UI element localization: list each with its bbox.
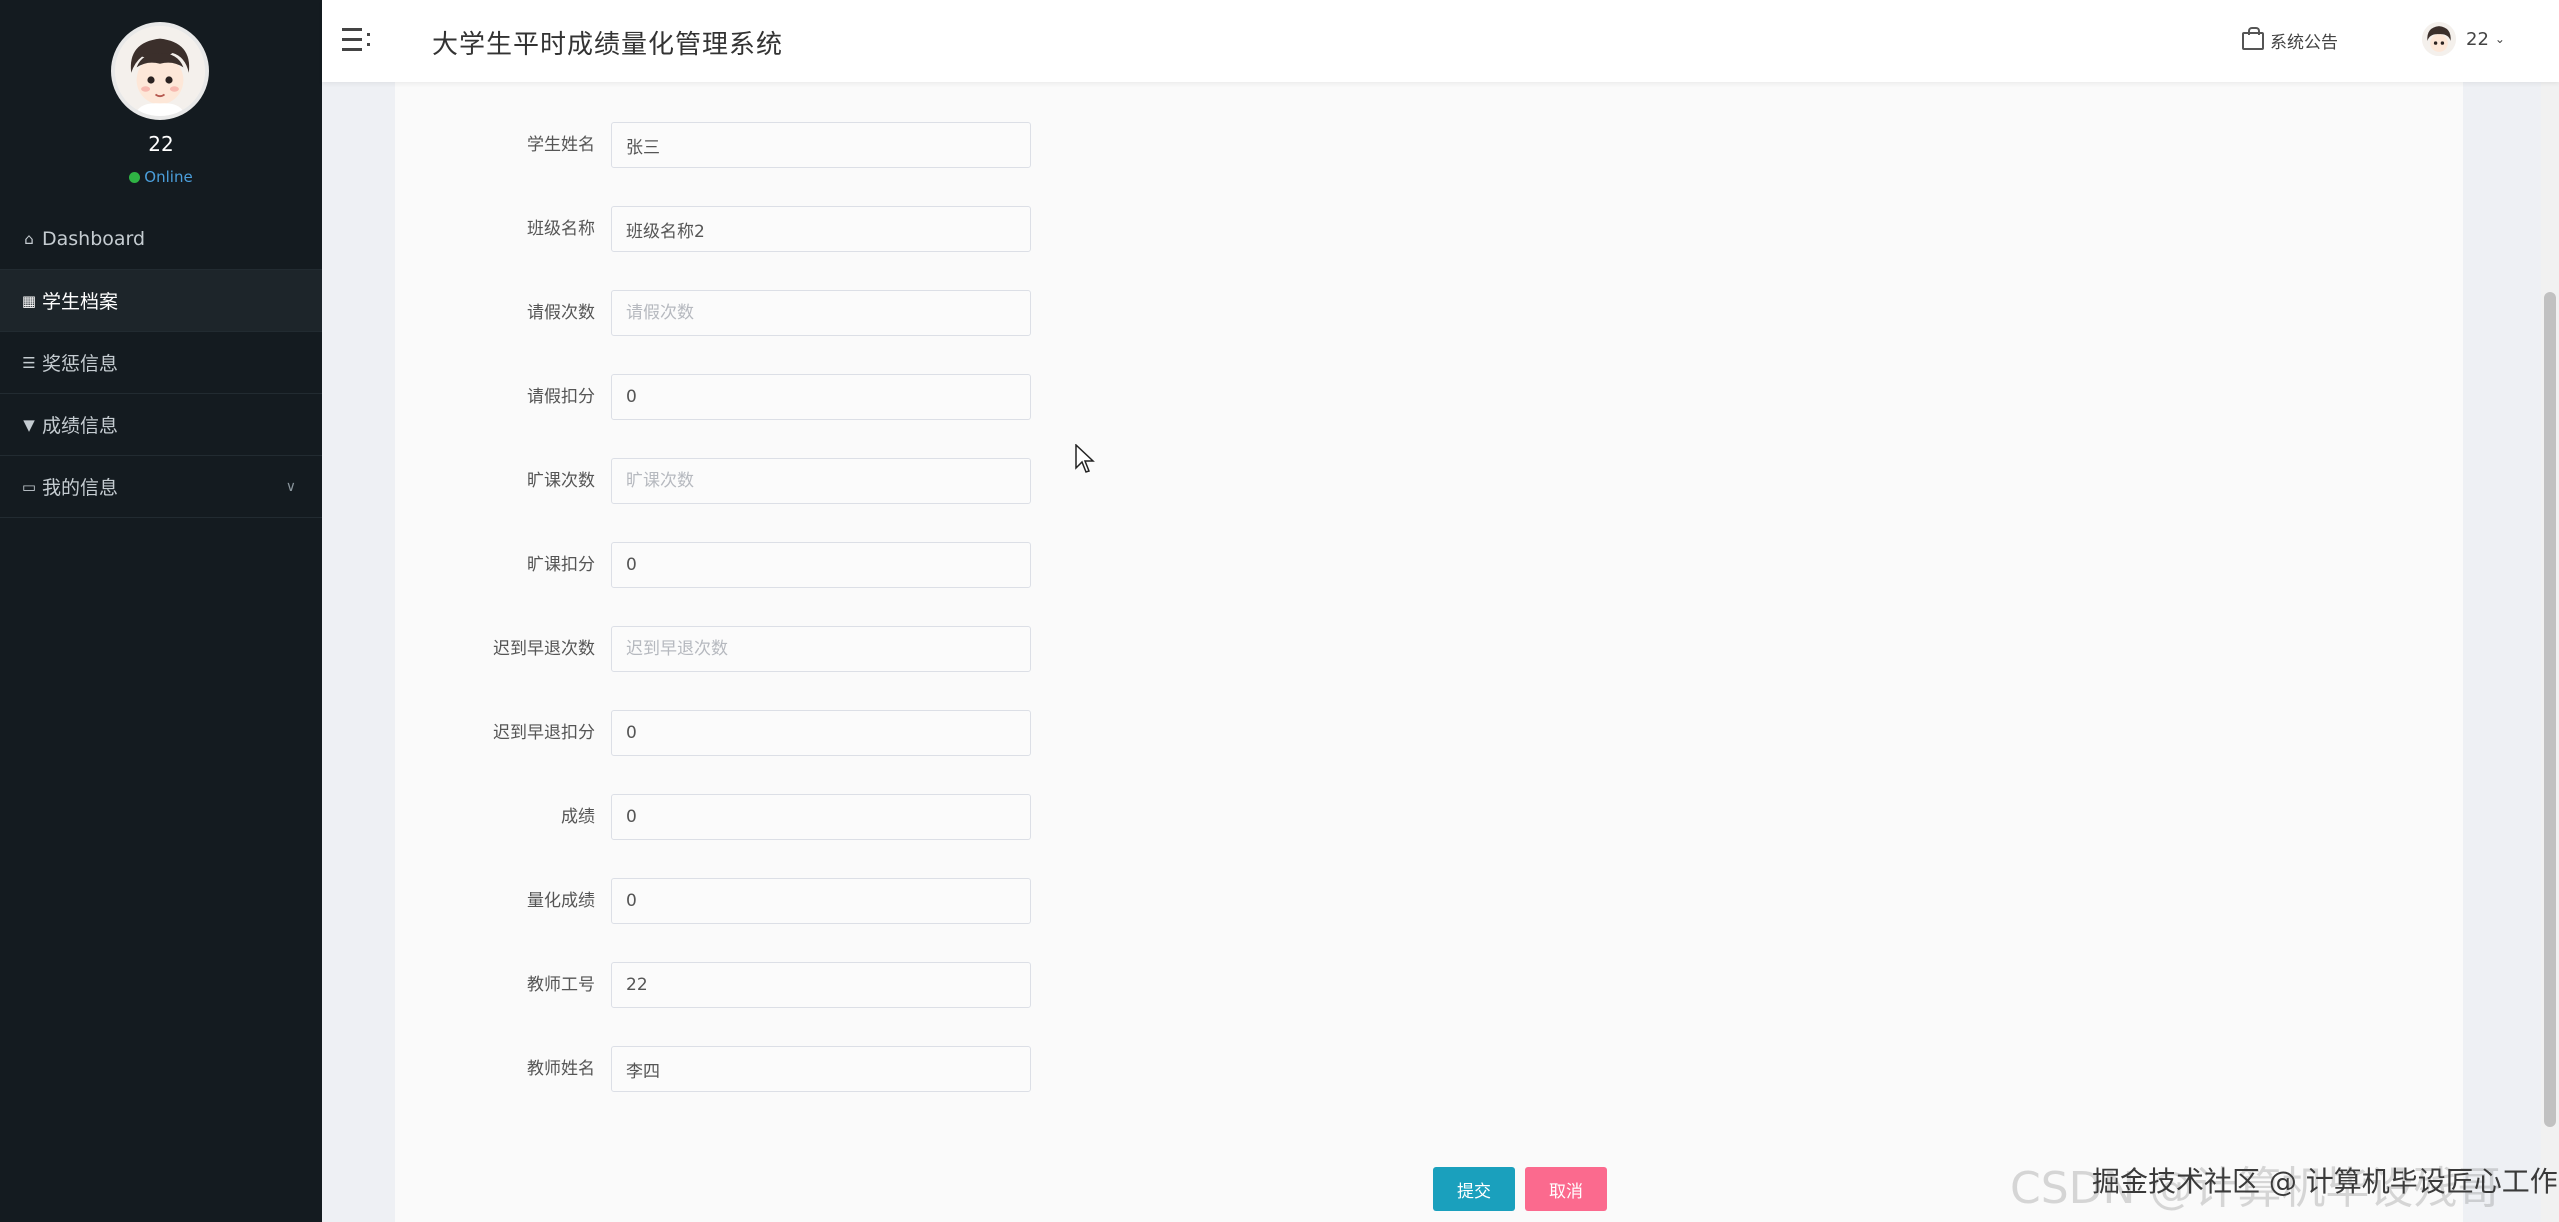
page-scrollbar[interactable] xyxy=(2541,82,2559,1222)
late-count-input[interactable] xyxy=(611,626,1031,672)
form-row-quant-score: 量化成绩 xyxy=(395,878,1595,924)
card-icon: ▭ xyxy=(21,477,37,496)
submit-button[interactable]: 提交 xyxy=(1433,1167,1515,1211)
teacher-id-label: 教师工号 xyxy=(527,975,595,995)
late-count-label: 迟到早退次数 xyxy=(493,639,595,659)
leave-count-input[interactable] xyxy=(611,290,1031,336)
top-header: 大学生平时成绩量化管理系统 系统公告 22 ⌄ xyxy=(322,0,2559,82)
chevron-down-icon: ⌄ xyxy=(2494,32,2505,46)
sidebar-item-student-records[interactable]: ▦ 学生档案 xyxy=(0,270,322,332)
sidebar: 22 Online ⌂ Dashboard ▦ 学生档案 ☰ 奖惩信息 ▼ 成绩… xyxy=(0,0,322,1222)
student-form-panel: 学生姓名 班级名称 请假次数 请假扣分 旷课次数 旷课扣分 迟到早退次数 迟到早… xyxy=(395,82,2463,1222)
form-row-score: 成绩 xyxy=(395,794,1595,840)
leave-deduct-label: 请假扣分 xyxy=(527,387,595,407)
late-deduct-input[interactable] xyxy=(611,710,1031,756)
absent-count-input[interactable] xyxy=(611,458,1031,504)
form-row-teacher-id: 教师工号 xyxy=(395,962,1595,1008)
sidebar-item-dashboard[interactable]: ⌂ Dashboard xyxy=(0,208,322,270)
profile-name: 22 xyxy=(148,132,174,156)
pin-icon: ▼ xyxy=(23,415,35,434)
absent-deduct-label: 旷课扣分 xyxy=(527,555,595,575)
teacher-name-input[interactable] xyxy=(611,1046,1031,1092)
class-name-input[interactable] xyxy=(611,206,1031,252)
form-row-late-count: 迟到早退次数 xyxy=(395,626,1595,672)
chevron-down-icon: ∨ xyxy=(285,478,296,495)
home-icon: ⌂ xyxy=(24,229,34,248)
absent-count-label: 旷课次数 xyxy=(527,471,595,491)
absent-deduct-input[interactable] xyxy=(611,542,1031,588)
menu-toggle-icon[interactable] xyxy=(342,26,372,56)
sidebar-profile: 22 Online xyxy=(0,0,322,200)
leave-deduct-input[interactable] xyxy=(611,374,1031,420)
sidebar-item-my-info[interactable]: ▭ 我的信息 ∨ xyxy=(0,456,322,518)
header-avatar xyxy=(2422,22,2456,56)
form-row-late-deduct: 迟到早退扣分 xyxy=(395,710,1595,756)
form-row-leave-count: 请假次数 xyxy=(395,290,1595,336)
sidebar-item-grades[interactable]: ▼ 成绩信息 xyxy=(0,394,322,456)
sidebar-item-label: 我的信息 xyxy=(42,477,119,499)
sidebar-item-label: 奖惩信息 xyxy=(42,353,119,375)
late-deduct-label: 迟到早退扣分 xyxy=(493,723,595,743)
sidebar-item-rewards[interactable]: ☰ 奖惩信息 xyxy=(0,332,322,394)
mouse-cursor-icon xyxy=(1075,444,1095,473)
profile-status: Online xyxy=(0,168,322,186)
cancel-button[interactable]: 取消 xyxy=(1525,1167,1607,1211)
form-row-leave-deduct: 请假扣分 xyxy=(395,374,1595,420)
system-notice-button[interactable]: 系统公告 xyxy=(2242,26,2338,53)
quant-score-input[interactable] xyxy=(611,878,1031,924)
student-name-label: 学生姓名 xyxy=(527,135,595,155)
score-label: 成绩 xyxy=(561,807,595,827)
header-user-name: 22 xyxy=(2466,28,2489,50)
system-notice-label: 系统公告 xyxy=(2270,33,2338,53)
sliders-icon: ☰ xyxy=(22,353,36,372)
online-dot-icon xyxy=(129,172,141,183)
app-title: 大学生平时成绩量化管理系统 xyxy=(432,30,784,60)
user-menu[interactable]: 22 ⌄ xyxy=(2422,22,2505,56)
quant-score-label: 量化成绩 xyxy=(527,891,595,911)
student-name-input[interactable] xyxy=(611,122,1031,168)
sidebar-item-label: Dashboard xyxy=(42,227,146,250)
sidebar-item-label: 学生档案 xyxy=(42,291,119,313)
form-row-absent-deduct: 旷课扣分 xyxy=(395,542,1595,588)
teacher-name-label: 教师姓名 xyxy=(527,1059,595,1079)
class-name-label: 班级名称 xyxy=(527,219,595,239)
avatar-illustration xyxy=(115,26,205,116)
scrollbar-thumb[interactable] xyxy=(2544,292,2556,1127)
form-row-student-name: 学生姓名 xyxy=(395,122,1595,168)
grid-icon: ▦ xyxy=(21,291,37,310)
sidebar-item-label: 成绩信息 xyxy=(42,415,119,437)
profile-avatar[interactable] xyxy=(111,22,209,120)
form-row-absent-count: 旷课次数 xyxy=(395,458,1595,504)
teacher-id-input[interactable] xyxy=(611,962,1031,1008)
score-input[interactable] xyxy=(611,794,1031,840)
announcement-icon xyxy=(2242,26,2264,50)
status-text: Online xyxy=(144,168,193,186)
form-row-teacher-name: 教师姓名 xyxy=(395,1046,1595,1092)
form-row-class-name: 班级名称 xyxy=(395,206,1595,252)
leave-count-label: 请假次数 xyxy=(527,303,595,323)
avatar-illustration xyxy=(2422,22,2456,56)
